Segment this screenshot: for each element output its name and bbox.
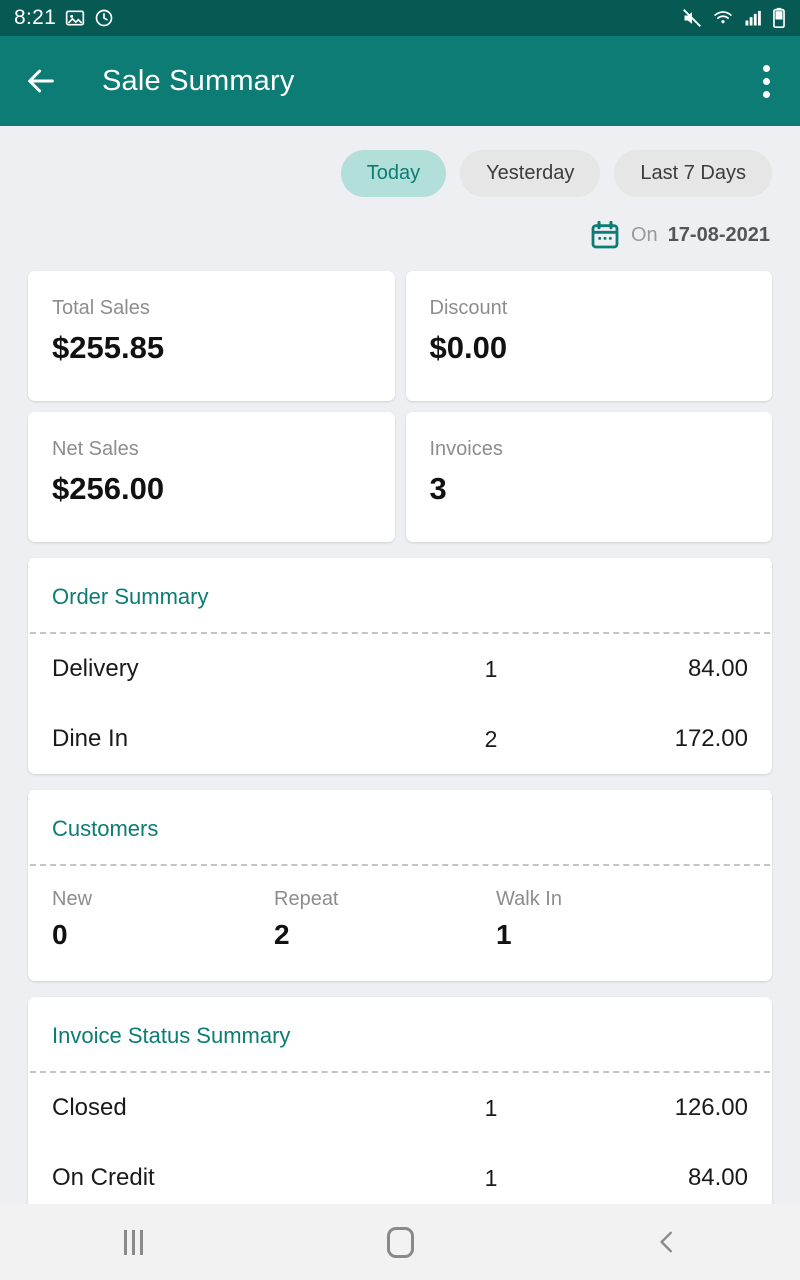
stat-card-total-sales: Total Sales $255.85: [28, 271, 395, 401]
calendar-icon[interactable]: [589, 219, 621, 251]
row-amount: 126.00: [674, 1094, 748, 1121]
chip-yesterday[interactable]: Yesterday: [460, 150, 601, 197]
customer-stat-value: 1: [496, 919, 512, 950]
chip-last-7-days[interactable]: Last 7 Days: [614, 150, 772, 197]
battery-icon: [773, 7, 785, 28]
customers-card: Customers New 0 Repeat 2 Walk In 1: [28, 790, 772, 981]
stat-label: Invoices: [429, 438, 503, 460]
stat-card-net-sales: Net Sales $256.00: [28, 412, 395, 542]
customers-title: Customers: [52, 816, 159, 841]
row-quantity: 1: [484, 1164, 498, 1191]
customer-stat-value: 0: [52, 919, 68, 950]
row-amount: 84.00: [687, 655, 748, 682]
cellular-signal-icon: [745, 10, 761, 26]
row-label: Closed: [52, 1094, 127, 1121]
selected-date-row[interactable]: On 17-08-2021: [0, 197, 800, 251]
customer-stat-label: Walk In: [496, 888, 562, 910]
status-bar-left: 8:21: [14, 6, 114, 30]
home-icon: [386, 1226, 414, 1258]
row-label: Dine In: [52, 725, 129, 752]
back-icon: [660, 1231, 672, 1253]
row-label: Delivery: [52, 655, 139, 682]
date-filter-chips: Today Yesterday Last 7 Days: [0, 126, 800, 197]
table-row[interactable]: On Credit 1 84.00: [28, 1143, 772, 1204]
app-bar: Sale Summary: [0, 36, 800, 126]
image-icon: [65, 10, 85, 26]
customer-stat-label: Repeat: [274, 888, 339, 910]
row-quantity: 2: [484, 725, 498, 752]
stat-cards-grid: Total Sales $255.85 Discount $0.00 Net S…: [0, 251, 800, 542]
recents-icon: [123, 1229, 143, 1255]
stat-value: 3: [429, 471, 447, 506]
customer-stat-repeat: Repeat 2: [274, 888, 496, 951]
status-bar-clock: 8:21: [14, 6, 57, 29]
row-amount: 84.00: [687, 1164, 748, 1191]
row-amount: 172.00: [674, 725, 748, 752]
phone-screen: 8:21 Sale Summary Today Yesterday Last 7…: [0, 0, 800, 1280]
order-summary-card: Order Summary Delivery 1 84.00 Dine In 2…: [28, 558, 772, 774]
chip-today[interactable]: Today: [340, 150, 447, 197]
stat-label: Net Sales: [52, 438, 139, 460]
stat-label: Total Sales: [52, 297, 150, 319]
order-summary-title: Order Summary: [52, 584, 209, 609]
stat-value: $0.00: [429, 330, 508, 365]
overflow-menu-icon[interactable]: [755, 57, 778, 106]
stat-label: Discount: [429, 297, 508, 319]
customers-columns: New 0 Repeat 2 Walk In 1: [28, 866, 772, 981]
customer-stat-value: 2: [274, 919, 290, 950]
status-bar: 8:21: [0, 0, 800, 36]
mute-icon: [683, 9, 701, 27]
stat-value: $255.85: [52, 330, 165, 365]
invoice-status-summary-title: Invoice Status Summary: [52, 1023, 291, 1048]
back-arrow-icon[interactable]: [24, 64, 58, 98]
recents-button[interactable]: [0, 1229, 267, 1255]
date-prefix: On: [631, 223, 658, 246]
table-row[interactable]: Delivery 1 84.00: [28, 634, 772, 704]
selected-date: 17-08-2021: [667, 223, 770, 246]
row-quantity: 1: [484, 1094, 498, 1121]
stat-card-discount: Discount $0.00: [405, 271, 772, 401]
status-bar-right: [681, 7, 786, 29]
table-row[interactable]: Dine In 2 172.00: [28, 704, 772, 774]
row-quantity: 1: [484, 655, 498, 682]
customer-stat-label: New: [52, 888, 93, 910]
stat-value: $256.00: [52, 471, 165, 506]
scroll-content: Today Yesterday Last 7 Days On 17-08-202…: [0, 126, 800, 1204]
row-label: On Credit: [52, 1164, 155, 1191]
stat-card-invoices: Invoices 3: [405, 412, 772, 542]
invoice-status-summary-card: Invoice Status Summary Closed 1 126.00 O…: [28, 997, 772, 1204]
table-row[interactable]: Closed 1 126.00: [28, 1073, 772, 1143]
page-title: Sale Summary: [102, 64, 295, 97]
customer-stat-new: New 0: [52, 888, 274, 951]
alarm-icon: [95, 9, 113, 27]
customer-stat-walk-in: Walk In 1: [496, 888, 718, 951]
back-button[interactable]: [533, 1227, 800, 1257]
home-button[interactable]: [267, 1226, 534, 1258]
system-nav-bar: [0, 1204, 800, 1280]
wifi-icon: [714, 11, 732, 24]
